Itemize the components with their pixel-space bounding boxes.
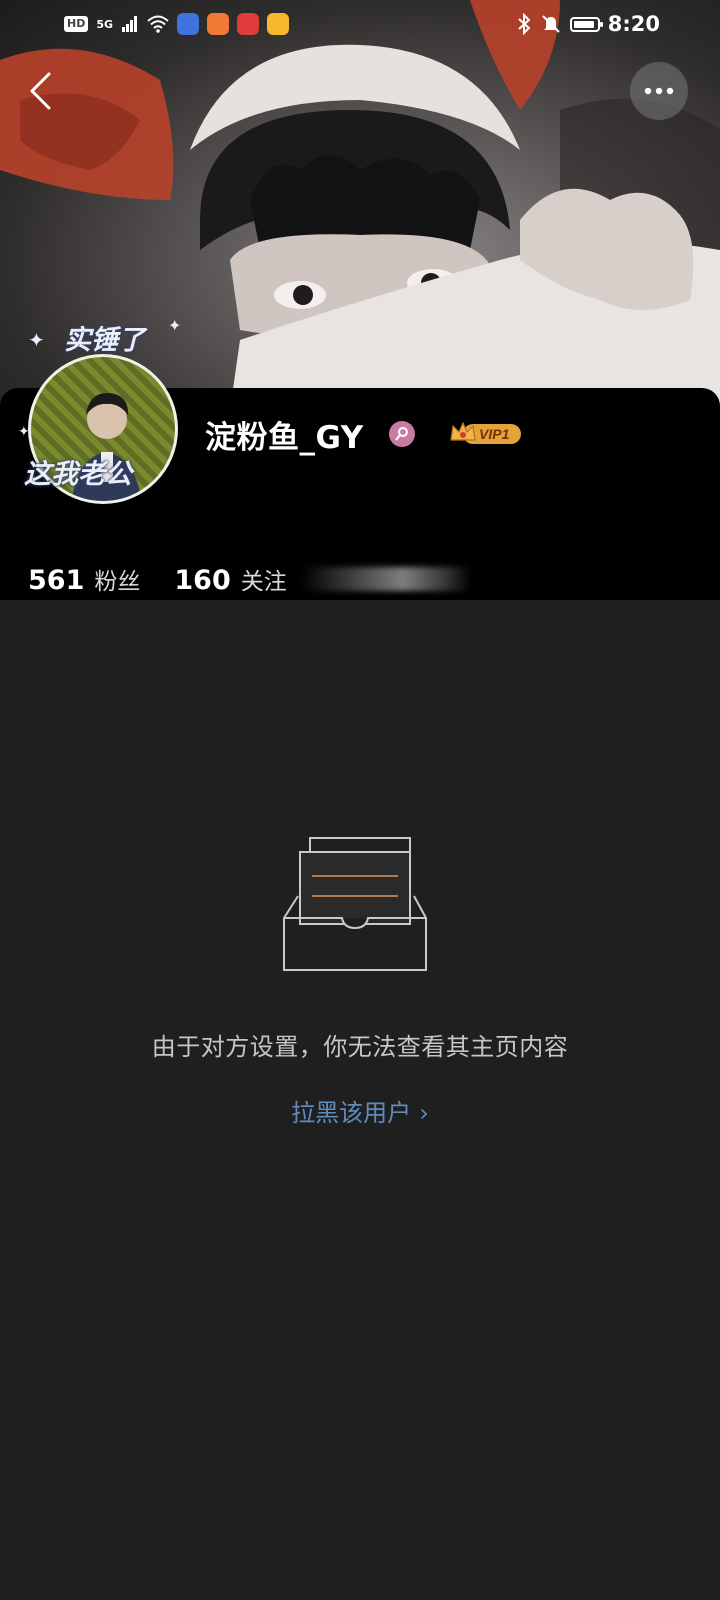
empty-inbox-icon — [283, 837, 427, 971]
app-icon-blue — [177, 13, 200, 35]
battery-icon — [569, 16, 603, 32]
restricted-message: 由于对方设置，你无法查看其主页内容 — [151, 1033, 569, 1061]
avatar-with-frame[interactable]: 实锤了 这我老公 ✦ ✦ ✦ — [18, 312, 188, 504]
more-button[interactable] — [630, 62, 688, 120]
sparkle-icon: ✦ — [168, 316, 182, 335]
sparkle-icon: ✦ — [18, 424, 30, 440]
back-button[interactable] — [18, 66, 62, 116]
status-time: 8:20 — [607, 12, 660, 36]
vip-badge[interactable]: VIP1 — [449, 420, 523, 446]
weibo-icon — [267, 13, 290, 35]
block-user-label[interactable]: 拉黑该用户 — [291, 1099, 411, 1127]
status-bar: HD 5G 8:20 — [0, 0, 720, 48]
female-icon — [389, 421, 415, 447]
block-user-link[interactable]: 拉黑该用户 › — [0, 1093, 720, 1128]
followers-count[interactable]: 561 — [28, 565, 84, 596]
avatar-frame-bottom-text: 这我老公 — [24, 459, 132, 490]
network-type: 5G — [96, 17, 114, 31]
username: 淀粉鱼_GY — [205, 420, 364, 456]
profile-screen: HD 5G 8:20 实锤了 这我老公 ✦ ✦ ✦ 淀粉鱼_GY VIP1 56… — [0, 0, 720, 1600]
following-label[interactable]: 关注 — [241, 562, 287, 596]
status-bar-left: HD 5G — [64, 13, 290, 35]
svg-text:VIP1: VIP1 — [479, 426, 510, 442]
sparkle-icon: ✦ — [28, 328, 45, 352]
app-icon-red — [237, 13, 260, 35]
app-icon-orange — [207, 13, 230, 35]
more-dots-icon — [644, 87, 674, 95]
wifi-icon — [147, 15, 169, 33]
avatar-frame-top-text: 实锤了 — [64, 325, 145, 356]
chevron-right-icon: › — [419, 1099, 429, 1127]
bluetooth-icon — [518, 13, 531, 35]
signal-icon — [122, 16, 138, 32]
hd-indicator: HD — [64, 16, 89, 32]
blurred-stat — [300, 567, 471, 591]
mute-icon — [542, 15, 560, 33]
followers-label[interactable]: 粉丝 — [94, 562, 140, 596]
profile-stats: 561 粉丝 160 关注 — [28, 562, 471, 596]
following-count[interactable]: 160 — [174, 565, 230, 596]
status-bar-right: 8:20 — [516, 12, 660, 36]
chevron-left-icon — [30, 72, 51, 110]
